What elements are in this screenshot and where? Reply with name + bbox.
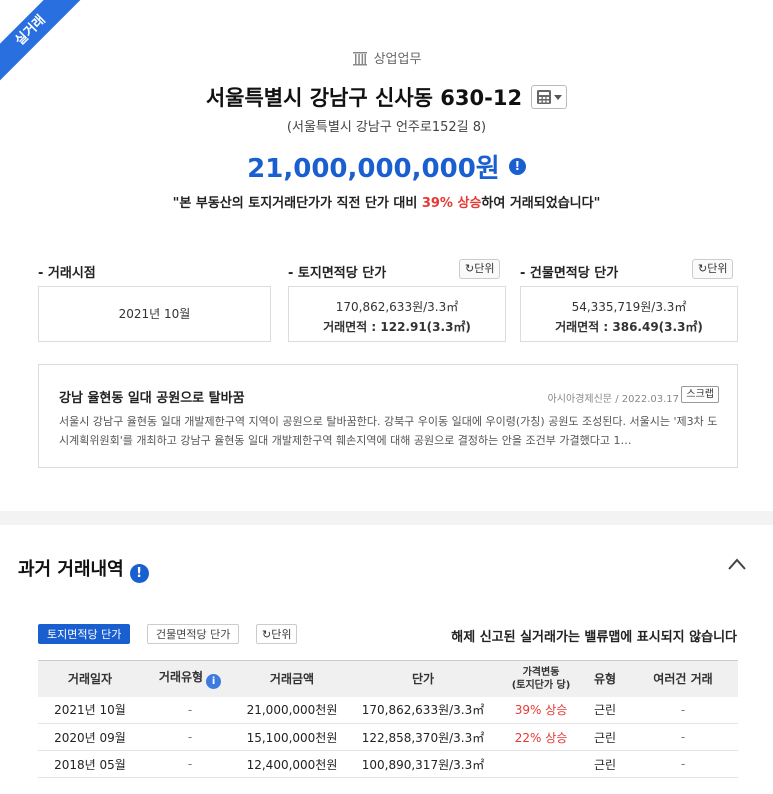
history-table: 거래일자 거래유형 i 거래금액 단가 가격변동 (토지단가 당) 유형 여러건 …: [38, 660, 738, 778]
notice-rate: 39% 상승: [421, 196, 482, 211]
notice-prefix: "본 부동산의 토지거래단가가 직전 단가 대비: [172, 196, 418, 211]
history-unit-button-label: 단위: [271, 628, 292, 641]
building-unit-price-value: 54,335,719원/3.3㎡: [571, 300, 687, 314]
building-unit-toggle-button[interactable]: ↻단위: [692, 259, 734, 279]
news-source-date: 아시아경제신문 / 2022.03.17: [547, 394, 679, 405]
history-title: 과거 거래내역: [18, 559, 124, 580]
row-multi-deal: -: [628, 723, 738, 751]
row-multi-deal: -: [628, 696, 738, 724]
address-title: 서울특별시 강남구 신사동 630-12: [205, 86, 523, 110]
section-divider: [0, 511, 773, 525]
row-type: -: [142, 723, 238, 751]
header-multi-deal: 여러건 거래: [628, 660, 738, 697]
header-type-label: 거래유형: [158, 670, 204, 685]
deal-time-label: - 거래시점: [38, 266, 96, 281]
scrap-button[interactable]: 스크랩: [681, 386, 719, 403]
row-price-change: 39% 상승: [500, 696, 582, 724]
header-date: 거래일자: [38, 660, 142, 697]
chevron-up-icon[interactable]: [727, 556, 747, 570]
history-note: 해제 신고된 실거래가는 밸류맵에 표시되지 않습니다: [451, 630, 737, 645]
calculator-dropdown-button[interactable]: [531, 85, 568, 109]
table-row[interactable]: 2018년 05월 - 12,400,000천원 100,890,317원/3.…: [38, 750, 738, 778]
row-unit-price: 122,858,370원/3.3㎡: [346, 723, 500, 751]
ribbon-label: 실거래: [0, 0, 87, 87]
building-unit-button-label: 단위: [707, 262, 728, 275]
row-kind: 근린: [582, 723, 628, 751]
calculator-icon: [536, 89, 552, 109]
row-date: 2020년 09월: [38, 723, 142, 751]
refresh-icon: ↻: [698, 262, 708, 275]
tab-building-unit-price[interactable]: 건물면적당 단가: [147, 624, 240, 644]
transaction-price: 21,000,000,000원: [247, 154, 500, 184]
land-unit-button-label: 단위: [474, 262, 495, 275]
row-amount: 12,400,000천원: [238, 750, 346, 778]
row-price-change: [500, 750, 582, 778]
building-unit-price-box: 54,335,719원/3.3㎡ 거래면적 : 386.49(3.3㎡): [520, 286, 738, 342]
address-row: 서울특별시 강남구 신사동 630-12: [0, 82, 773, 112]
category-text: 상업업무: [373, 52, 422, 67]
land-unit-toggle-button[interactable]: ↻단위: [459, 259, 501, 279]
chevron-down-icon: [554, 95, 563, 100]
header-price-change: 가격변동 (토지단가 당): [500, 660, 582, 697]
deal-time-value: 2021년 10월: [118, 307, 191, 321]
table-row[interactable]: 2020년 09월 - 15,100,000천원 122,858,370원/3.…: [38, 723, 738, 751]
history-unit-toggle-button[interactable]: ↻단위: [256, 624, 298, 644]
row-price-change: 22% 상승: [500, 723, 582, 751]
building-area-value: 거래면적 : 386.49(3.3㎡): [555, 320, 703, 334]
land-unit-price-label: - 토지면적당 단가: [288, 266, 387, 281]
info-icon[interactable]: !: [129, 564, 149, 583]
row-amount: 21,000,000천원: [238, 696, 346, 724]
header-change-line1: 가격변동: [522, 666, 560, 678]
refresh-icon: ↻: [262, 628, 272, 641]
row-unit-price: 100,890,317원/3.3㎡: [346, 750, 500, 778]
info-icon[interactable]: i: [206, 674, 222, 690]
header-amount: 거래금액: [238, 660, 346, 697]
notice-suffix: 하여 거래되었습니다": [481, 196, 601, 211]
row-type: -: [142, 696, 238, 724]
row-date: 2021년 10월: [38, 696, 142, 724]
land-unit-price-value: 170,862,633원/3.3㎡: [335, 300, 459, 314]
table-header-row: 거래일자 거래유형 i 거래금액 단가 가격변동 (토지단가 당) 유형 여러건 …: [38, 660, 738, 697]
row-type: -: [142, 750, 238, 778]
price-row: 21,000,000,000원 !: [0, 148, 773, 185]
news-title[interactable]: 강남 율현동 일대 공원으로 탈바꿈: [59, 387, 245, 406]
table-row[interactable]: 2021년 10월 - 21,000,000천원 170,862,633원/3.…: [38, 696, 738, 724]
land-unit-price-box: 170,862,633원/3.3㎡ 거래면적 : 122.91(3.3㎡): [288, 286, 506, 342]
tab-land-unit-price[interactable]: 토지면적당 단가: [38, 624, 131, 644]
header-unit-price: 단가: [346, 660, 500, 697]
price-change-notice: "본 부동산의 토지거래단가가 직전 단가 대비 39% 상승하여 거래되었습니…: [0, 192, 773, 211]
row-kind: 근린: [582, 696, 628, 724]
header-kind: 유형: [582, 660, 628, 697]
row-multi-deal: -: [628, 750, 738, 778]
news-body: 서울시 강남구 율현동 일대 개발제한구역 지역이 공원으로 탈바꿈한다. 강북…: [59, 415, 718, 447]
road-address: (서울특별시 강남구 언주로152길 8): [286, 120, 487, 135]
deal-time-box: 2021년 10월: [38, 286, 271, 342]
row-kind: 근린: [582, 750, 628, 778]
row-unit-price: 170,862,633원/3.3㎡: [346, 696, 500, 724]
header-type: 거래유형 i: [142, 660, 238, 697]
building-icon: [352, 51, 368, 70]
category-label: 상업업무: [0, 48, 773, 70]
header-change-line2: (토지단가 당): [511, 679, 571, 691]
history-title-row: 과거 거래내역!: [18, 555, 149, 583]
news-card[interactable]: 강남 율현동 일대 공원으로 탈바꿈 아시아경제신문 / 2022.03.17 …: [38, 364, 738, 468]
refresh-icon: ↻: [465, 262, 475, 275]
corner-ribbon: 실거래: [0, 0, 90, 90]
land-area-value: 거래면적 : 122.91(3.3㎡): [323, 320, 471, 334]
info-icon[interactable]: !: [508, 158, 526, 175]
row-amount: 15,100,000천원: [238, 723, 346, 751]
row-date: 2018년 05월: [38, 750, 142, 778]
building-unit-price-label: - 건물면적당 단가: [520, 266, 619, 281]
